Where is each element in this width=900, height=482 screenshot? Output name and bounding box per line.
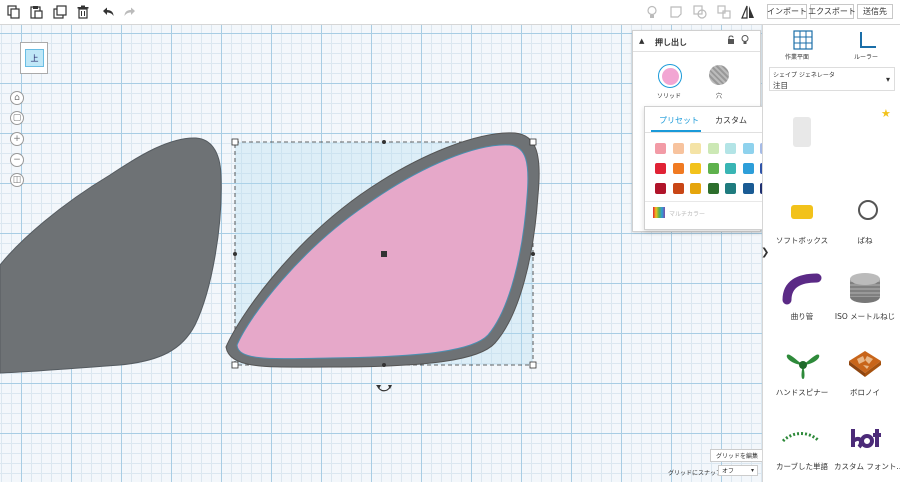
multicolor-icon[interactable] [653,207,665,218]
shape-label-curved-word: カーブした単語 [775,462,829,471]
chevron-right-icon[interactable]: ❯ [761,247,769,258]
view-cube-top-face[interactable]: 上 [25,49,44,67]
hole-label: 穴 [715,93,722,100]
send-button[interactable]: 送信先 [857,4,893,19]
perspective-icon[interactable]: ◫ [10,173,24,187]
redo-icon[interactable] [122,4,138,20]
shape-label-voronoi: ボロノイ [850,388,880,397]
undo-icon[interactable] [100,4,116,20]
hole-button[interactable] [709,65,729,85]
color-swatch[interactable] [725,183,736,194]
chevron-down-icon: ▾ [885,75,890,84]
tab-custom[interactable]: カスタム [715,115,747,126]
color-swatch[interactable] [655,183,666,194]
color-swatch[interactable] [690,183,701,194]
hand-spinner-thumb[interactable] [783,347,823,381]
shape-label-spring: ばね [857,236,873,245]
multicolor-label: マルチカラー [669,211,706,218]
shape-label-softbox: ソフトボックス [775,236,829,245]
color-swatch[interactable] [707,163,719,174]
collapse-icon[interactable]: ▲ [639,37,644,45]
gray-shape [0,137,222,374]
lock-icon[interactable] [727,35,735,45]
paste-icon[interactable] [28,4,44,20]
solid-label: ソリッド [656,93,681,100]
shape-label-custom-font: カスタム フォント... [834,462,900,471]
color-swatch[interactable] [707,183,719,194]
ungroup-icon[interactable] [716,4,732,20]
duplicate-icon[interactable] [52,4,68,20]
custom-font-thumb[interactable] [845,423,885,455]
snap-grid-value: オフ [722,468,735,475]
home-icon[interactable]: ⌂ [10,91,24,105]
export-button[interactable]: エクスポート [808,4,856,19]
color-swatch[interactable] [742,163,754,174]
chevron-down-icon: ▾ [750,467,754,474]
zoom-out-icon[interactable]: − [10,153,24,167]
bent-pipe-thumb[interactable] [781,270,825,306]
snap-grid-label: グリッドにスナップ [668,470,723,477]
star-icon[interactable]: ★ [881,107,891,120]
color-swatch[interactable] [690,143,701,154]
light-bulb-icon[interactable] [741,35,749,45]
curved-word-thumb[interactable] [779,425,823,455]
edit-grid-button[interactable]: グリッドを編集 [710,449,762,462]
generator-value: 注目 [773,81,788,90]
group-icon[interactable] [692,4,708,20]
workplane-label: 作業平面 [785,54,810,61]
cylinder-thumb[interactable] [793,117,811,147]
mirror-icon[interactable] [740,4,756,20]
shape-generator-select[interactable]: シェイプ ジェネレータ 注目 ▾ [769,67,895,91]
workplane-icon[interactable] [793,30,813,50]
shape-label-iso-screw: ISO メートルねじ [834,312,896,321]
iso-screw-thumb[interactable] [847,271,883,305]
view-cube[interactable]: 上 [20,42,48,74]
softbox-thumb[interactable] [791,205,813,219]
color-swatch[interactable] [742,143,754,154]
right-panel: 作業平面 ルーラー シェイプ ジェネレータ 注目 ▾ ★ ❯ ソフトボックス ば… [761,25,900,482]
voronoi-thumb[interactable] [845,347,885,381]
color-swatch[interactable] [690,163,701,174]
spring-thumb[interactable] [858,200,878,220]
color-swatch[interactable] [672,143,684,154]
color-swatch[interactable] [655,143,666,154]
snap-grid-select[interactable]: オフ ▾ [718,465,758,476]
bulb-icon[interactable] [644,4,660,20]
color-swatch[interactable] [672,183,684,194]
color-swatch[interactable] [742,183,754,194]
fit-icon[interactable]: ▢ [10,111,24,125]
color-swatch[interactable] [672,163,684,174]
shape-label-hand-spinner: ハンドスピナー [775,388,829,397]
copy-icon[interactable] [6,4,22,20]
color-swatch[interactable] [725,163,736,174]
ruler-label: ルーラー [854,54,879,61]
color-swatch[interactable] [725,143,736,154]
top-toolbar: インポート エクスポート 送信先 [0,0,900,25]
color-swatch[interactable] [707,143,719,154]
generator-label: シェイプ ジェネレータ [773,72,835,79]
note-icon[interactable] [668,4,684,20]
zoom-in-icon[interactable]: + [10,132,24,146]
shape-label-bent-pipe: 曲り管 [790,312,814,321]
edit-grid-label: グリッドを編集 [715,453,758,460]
import-button[interactable]: インポート [767,4,807,19]
inspector-title: 押し出し [655,38,687,47]
color-swatch[interactable] [655,163,666,174]
tab-preset[interactable]: プリセット [659,115,699,126]
solid-color-button[interactable] [658,64,682,88]
trash-icon[interactable] [75,4,91,20]
ruler-icon[interactable] [858,30,878,50]
